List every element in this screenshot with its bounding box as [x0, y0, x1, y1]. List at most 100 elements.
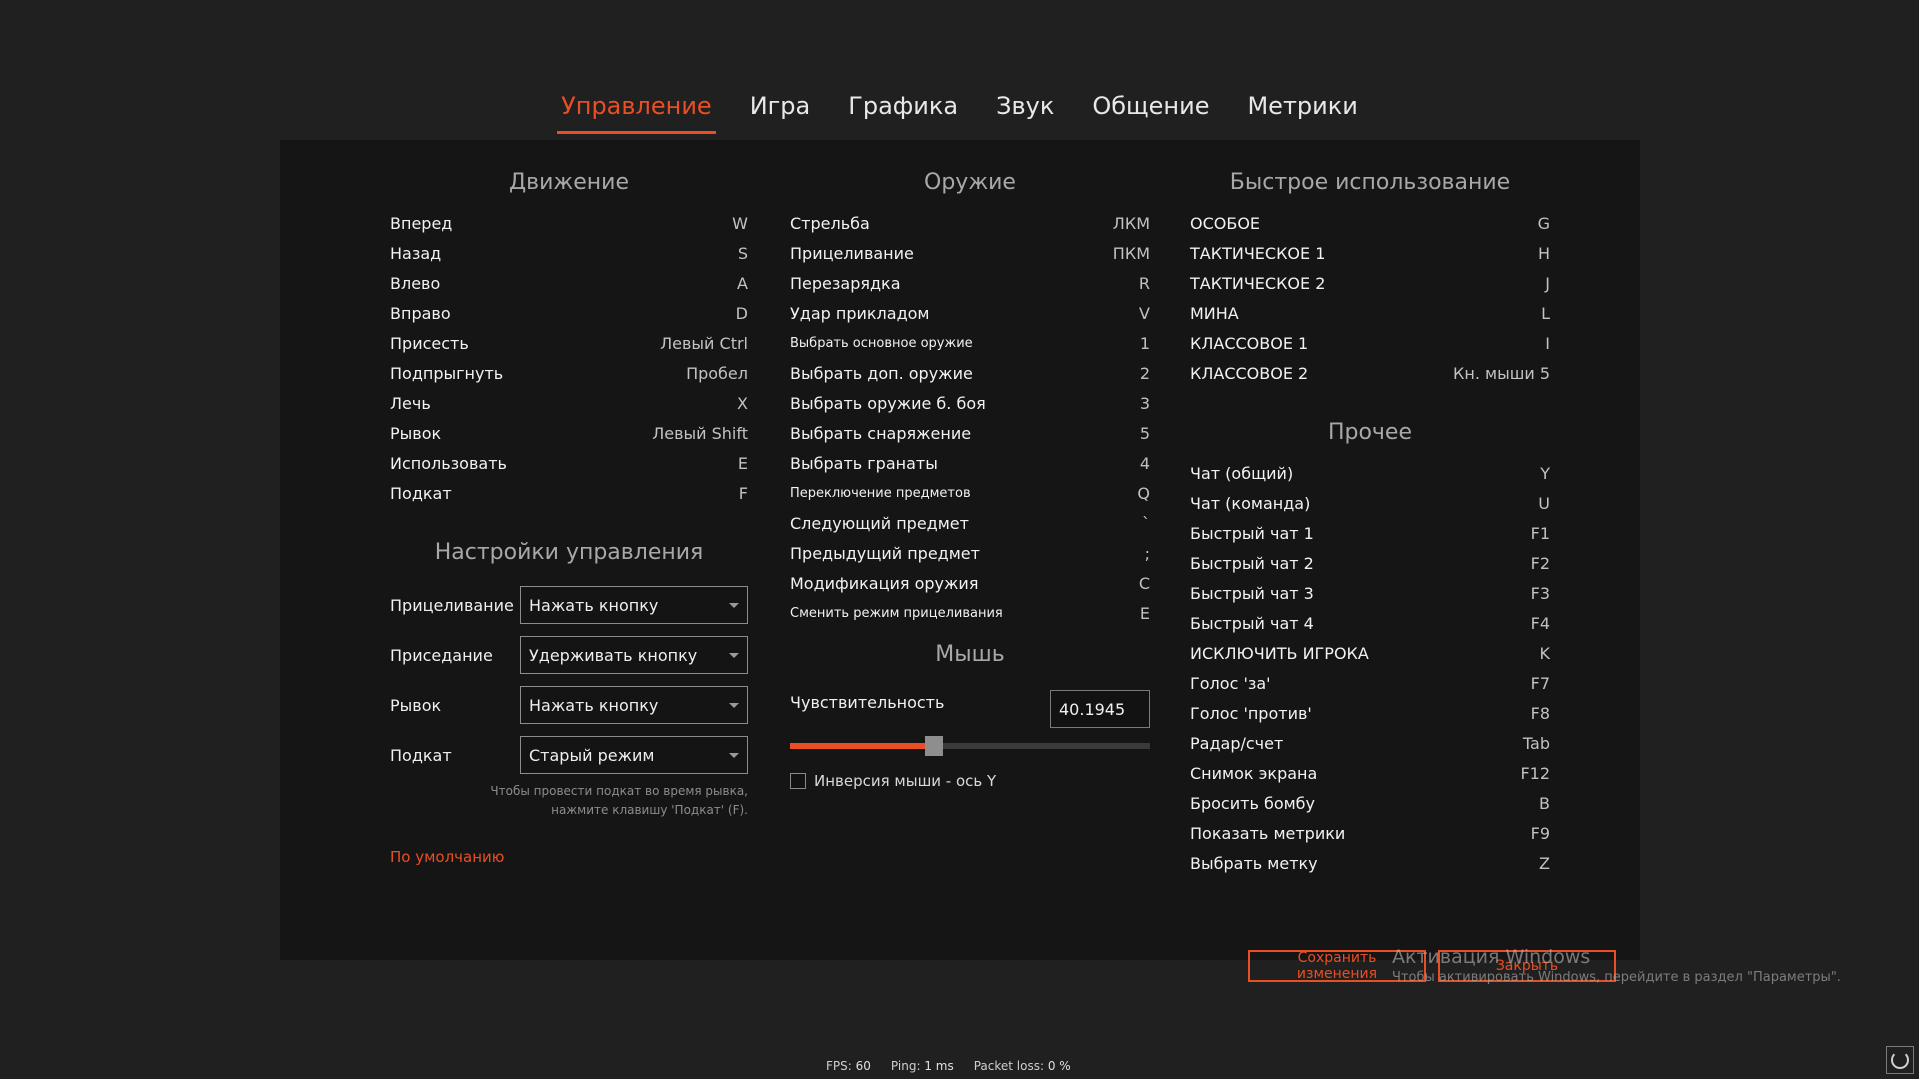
- keybind-row[interactable]: Выбрать гранаты 4: [790, 448, 1150, 478]
- keybind-key[interactable]: Левый Ctrl: [660, 334, 748, 353]
- keybind-row[interactable]: Удар прикладом V: [790, 298, 1150, 328]
- keybind-key[interactable]: V: [1139, 304, 1150, 323]
- keybind-key[interactable]: ПКМ: [1113, 244, 1150, 263]
- keybind-key[interactable]: 4: [1140, 454, 1150, 473]
- tab-metrics[interactable]: Метрики: [1243, 88, 1361, 134]
- keybind-row[interactable]: Перезарядка R: [790, 268, 1150, 298]
- keybind-key[interactable]: D: [736, 304, 748, 323]
- keybind-key[interactable]: C: [1139, 574, 1150, 593]
- keybind-key[interactable]: F3: [1531, 584, 1550, 603]
- save-changes-button[interactable]: Сохранить изменения: [1248, 950, 1426, 982]
- keybind-key[interactable]: H: [1538, 244, 1550, 263]
- keybind-key[interactable]: Z: [1539, 854, 1550, 873]
- keybind-row[interactable]: Быстрый чат 3 F3: [1190, 578, 1550, 608]
- slider-thumb[interactable]: [925, 736, 943, 756]
- invert-mouse-checkbox[interactable]: [790, 773, 806, 789]
- keybind-row[interactable]: Лечь X: [390, 388, 748, 418]
- keybind-key[interactable]: I: [1545, 334, 1550, 353]
- keybind-row[interactable]: Предыдущий предмет;: [790, 538, 1150, 568]
- keybind-key[interactable]: ;: [1145, 544, 1150, 563]
- keybind-key[interactable]: Кн. мыши 5: [1453, 364, 1550, 383]
- keybind-row[interactable]: МИНА L: [1190, 298, 1550, 328]
- keybind-key[interactable]: E: [1140, 604, 1150, 623]
- keybind-row[interactable]: Прицеливание ПКМ: [790, 238, 1150, 268]
- keybind-key[interactable]: ЛКМ: [1113, 214, 1150, 233]
- crouch-mode-dropdown[interactable]: Удерживать кнопку: [520, 636, 748, 674]
- keybind-key[interactable]: F9: [1531, 824, 1550, 843]
- keybind-row[interactable]: КЛАССОВОЕ 1 I: [1190, 328, 1550, 358]
- keybind-key[interactable]: Q: [1137, 484, 1150, 503]
- keybind-row[interactable]: Быстрый чат 2 F2: [1190, 548, 1550, 578]
- tab-game[interactable]: Игра: [746, 88, 815, 134]
- keybind-row[interactable]: Стрельба ЛКМ: [790, 208, 1150, 238]
- keybind-row[interactable]: Быстрый чат 1 F1: [1190, 518, 1550, 548]
- sensitivity-slider[interactable]: [790, 736, 1150, 756]
- keybind-row[interactable]: Подкат F: [390, 478, 748, 508]
- keybind-row[interactable]: Использовать E: [390, 448, 748, 478]
- aim-mode-dropdown[interactable]: Нажать кнопку: [520, 586, 748, 624]
- slide-mode-dropdown[interactable]: Старый режим: [520, 736, 748, 774]
- keybind-row[interactable]: Присесть Левый Ctrl: [390, 328, 748, 358]
- keybind-key[interactable]: 5: [1140, 424, 1150, 443]
- keybind-row[interactable]: Голос 'за' F7: [1190, 668, 1550, 698]
- keybind-key[interactable]: R: [1139, 274, 1150, 293]
- keybind-key[interactable]: F: [739, 484, 748, 503]
- keybind-key[interactable]: W: [732, 214, 748, 233]
- keybind-key[interactable]: K: [1540, 644, 1551, 663]
- keybind-row[interactable]: Показать метрики F9: [1190, 818, 1550, 848]
- keybind-row[interactable]: Назад S: [390, 238, 748, 268]
- keybind-key[interactable]: U: [1538, 494, 1550, 513]
- invert-mouse-option[interactable]: Инверсия мыши - ось Y: [790, 772, 996, 790]
- keybind-key[interactable]: Пробел: [686, 364, 748, 383]
- reset-defaults-link[interactable]: По умолчанию: [390, 848, 504, 866]
- keybind-key[interactable]: 3: [1140, 394, 1150, 413]
- keybind-row[interactable]: Следующий предмет `: [790, 508, 1150, 538]
- keybind-row[interactable]: Выбрать доп. оружие 2: [790, 358, 1150, 388]
- keybind-key[interactable]: F8: [1531, 704, 1550, 723]
- keybind-row[interactable]: ТАКТИЧЕСКОЕ 1 H: [1190, 238, 1550, 268]
- keybind-row[interactable]: Выбрать снаряжение 5: [790, 418, 1150, 448]
- sensitivity-input[interactable]: 40.1945: [1050, 690, 1150, 728]
- keybind-key[interactable]: Y: [1540, 464, 1550, 483]
- keybind-key[interactable]: G: [1538, 214, 1550, 233]
- keybind-row[interactable]: Рывок Левый Shift: [390, 418, 748, 448]
- keybind-key[interactable]: Левый Shift: [652, 424, 748, 443]
- keybind-row[interactable]: Вперед W: [390, 208, 748, 238]
- keybind-key[interactable]: X: [737, 394, 748, 413]
- keybind-key[interactable]: A: [737, 274, 748, 293]
- tab-controls[interactable]: Управление: [557, 88, 716, 134]
- tab-sound[interactable]: Звук: [992, 88, 1058, 134]
- keybind-key[interactable]: F4: [1531, 614, 1550, 633]
- sprint-mode-dropdown[interactable]: Нажать кнопку: [520, 686, 748, 724]
- keybind-row[interactable]: Чат (команда) U: [1190, 488, 1550, 518]
- keybind-key[interactable]: E: [738, 454, 748, 473]
- keybind-row[interactable]: Переключение предметов Q: [790, 478, 1150, 508]
- keybind-key[interactable]: `: [1142, 514, 1150, 533]
- keybind-key[interactable]: L: [1541, 304, 1550, 323]
- keybind-row[interactable]: Выбрать основное оружие 1: [790, 328, 1150, 358]
- keybind-row[interactable]: ОСОБОЕ G: [1190, 208, 1550, 238]
- close-button[interactable]: Закрыть: [1438, 950, 1616, 982]
- keybind-key[interactable]: F1: [1531, 524, 1550, 543]
- keybind-row[interactable]: КЛАССОВОЕ 2 Кн. мыши 5: [1190, 358, 1550, 388]
- keybind-row[interactable]: Выбрать метку Z: [1190, 848, 1550, 878]
- keybind-key[interactable]: 2: [1140, 364, 1150, 383]
- keybind-key[interactable]: J: [1545, 274, 1550, 293]
- keybind-row[interactable]: ИСКЛЮЧИТЬ ИГРОКА K: [1190, 638, 1550, 668]
- keybind-row[interactable]: Голос 'против' F8: [1190, 698, 1550, 728]
- keybind-key[interactable]: 1: [1140, 334, 1150, 353]
- keybind-row[interactable]: Чат (общий) Y: [1190, 458, 1550, 488]
- keybind-row[interactable]: Снимок экрана F12: [1190, 758, 1550, 788]
- keybind-row[interactable]: Вправо D: [390, 298, 748, 328]
- keybind-row[interactable]: Выбрать оружие б. боя 3: [790, 388, 1150, 418]
- keybind-row[interactable]: Бросить бомбу B: [1190, 788, 1550, 818]
- tab-graphics[interactable]: Графика: [844, 88, 962, 134]
- tab-communication[interactable]: Общение: [1088, 88, 1213, 134]
- keybind-key[interactable]: S: [738, 244, 748, 263]
- keybind-key[interactable]: F12: [1520, 764, 1550, 783]
- keybind-key[interactable]: B: [1539, 794, 1550, 813]
- keybind-row[interactable]: Радар/счет Tab: [1190, 728, 1550, 758]
- keybind-row[interactable]: Сменить режим прицеливания E: [790, 598, 1150, 628]
- keybind-key[interactable]: Tab: [1523, 734, 1550, 753]
- keybind-row[interactable]: Быстрый чат 4 F4: [1190, 608, 1550, 638]
